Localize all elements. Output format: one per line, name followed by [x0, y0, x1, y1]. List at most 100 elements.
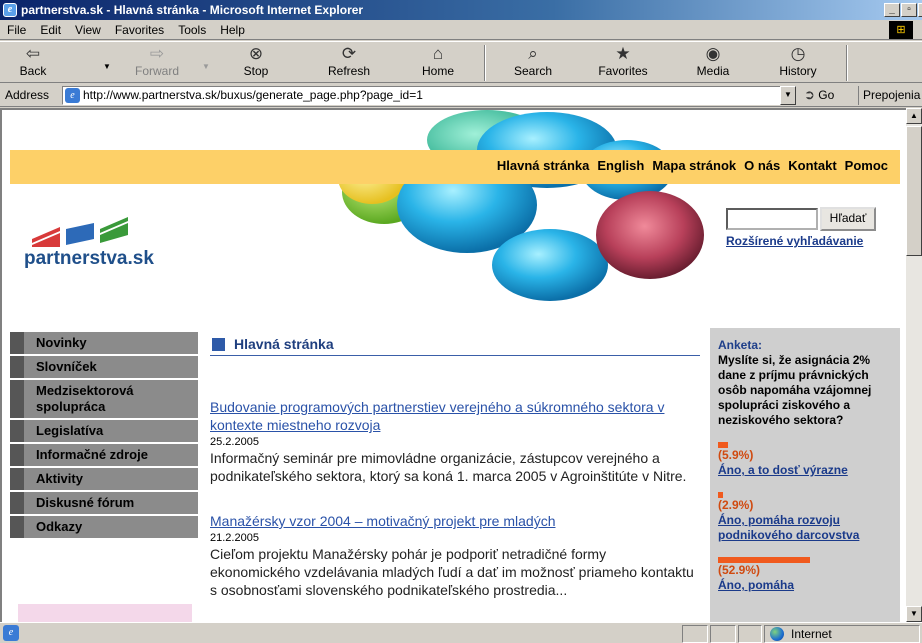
article-summary: Cieľom projektu Manažérsky pohár je podp… [210, 546, 694, 598]
browser-window: e partnerstva.sk - Hlavná stránka - Micr… [0, 0, 922, 643]
menu-file[interactable]: File [7, 23, 26, 37]
title-bar: e partnerstva.sk - Hlavná stránka - Micr… [0, 0, 922, 20]
stop-icon: ⊗ [248, 44, 264, 63]
site-search-button[interactable]: Hľadať [820, 207, 876, 231]
forward-button[interactable]: ⇨ Forward [124, 42, 190, 84]
header-gems-image [338, 110, 704, 301]
zone-label: Internet [791, 627, 832, 641]
links-label[interactable]: Prepojenia [858, 86, 920, 105]
security-zone: Internet [764, 625, 920, 643]
scroll-thumb[interactable] [906, 126, 922, 256]
nav-mapa-stranok[interactable]: Mapa stránok [648, 154, 740, 178]
article-date: 21.2.2005 [210, 532, 259, 544]
article-title-link[interactable]: Budovanie programových partnerstiev vere… [210, 398, 700, 434]
minimize-button[interactable]: _ [884, 3, 900, 17]
home-button[interactable]: ⌂ Home [408, 42, 468, 84]
history-icon: ◷ [790, 44, 806, 63]
address-bar: Address e http://www.partnerstva.sk/buxu… [0, 83, 922, 107]
sidebar-item-novinky[interactable]: Novinky [10, 332, 198, 354]
menu-favorites[interactable]: Favorites [115, 23, 164, 37]
menu-edit[interactable]: Edit [40, 23, 61, 37]
article-date: 25.2.2005 [210, 436, 259, 448]
poll-heading: Anketa: [718, 338, 763, 352]
sidebar-item-diskusne-forum[interactable]: Diskusné fórum [10, 492, 198, 514]
search-button[interactable]: ⌕ Search [503, 42, 563, 84]
go-arrow-icon: ➲ [804, 87, 815, 102]
poll-option-link[interactable]: Áno, pomáha [718, 578, 892, 593]
stop-button[interactable]: ⊗ Stop [228, 42, 284, 84]
page-icon: e [65, 88, 80, 103]
close-button[interactable]: × [918, 3, 922, 17]
article-item: Manažérsky vzor 2004 – motivačný projekt… [210, 512, 700, 599]
poll-option-link[interactable]: Áno, pomáha rozvoju podnikového darcovst… [718, 513, 892, 543]
favorites-icon: ★ [615, 44, 631, 63]
home-icon: ⌂ [432, 44, 444, 63]
nav-hlavna-stranka[interactable]: Hlavná stránka [493, 154, 594, 178]
scroll-up-icon[interactable]: ▲ [906, 108, 922, 124]
site-search-input[interactable] [726, 208, 818, 230]
sidebar-item-slovnicek[interactable]: Slovníček [10, 356, 198, 378]
poll-percent: (2.9%) [718, 498, 754, 512]
toolbar-separator [484, 45, 486, 81]
status-pane [682, 625, 708, 643]
address-url: http://www.partnerstva.sk/buxus/generate… [83, 88, 423, 102]
back-button[interactable]: ⇦ Back [10, 42, 56, 84]
forward-dropdown-icon[interactable]: ▼ [202, 62, 210, 71]
article-item: Budovanie programových partnerstiev vere… [210, 398, 700, 485]
menu-bar: File Edit View Favorites Tools Help ⊞ [0, 20, 922, 40]
logo-text[interactable]: partnerstva.sk [24, 248, 154, 270]
go-button[interactable]: ➲ Go [804, 87, 834, 103]
sidebar-item-medzisektorova-spolupraca[interactable]: Medzisektorová spolupráca [10, 380, 198, 418]
refresh-button[interactable]: ⟳ Refresh [314, 42, 384, 84]
refresh-icon: ⟳ [341, 44, 357, 63]
article-summary: Informačný seminár pre mimovládne organi… [210, 450, 687, 484]
nav-pomoc[interactable]: Pomoc [841, 154, 892, 178]
poll-option-link[interactable]: Áno, a to dosť výrazne [718, 463, 892, 478]
sidebar-item-informacne-zdroje[interactable]: Informačné zdroje [10, 444, 198, 466]
nav-english[interactable]: English [593, 154, 648, 178]
status-bar: e Internet [0, 622, 922, 643]
page-status-icon: e [3, 625, 19, 641]
menu-view[interactable]: View [75, 23, 101, 37]
sidebar-banner [18, 604, 192, 622]
address-dropdown-icon[interactable]: ▼ [780, 86, 796, 105]
article-title-link[interactable]: Manažérsky vzor 2004 – motivačný projekt… [210, 512, 700, 530]
sidebar-item-odkazy[interactable]: Odkazy [10, 516, 198, 538]
sidebar-item-legislativa[interactable]: Legislatíva [10, 420, 198, 442]
history-button[interactable]: ◷ History [768, 42, 828, 84]
address-label: Address [5, 87, 50, 102]
sidebar-item-aktivity[interactable]: Aktivity [10, 468, 198, 490]
status-pane [710, 625, 736, 643]
vertical-scrollbar[interactable]: ▲ ▼ [906, 108, 922, 622]
back-arrow-icon: ⇦ [25, 44, 41, 63]
menu-help[interactable]: Help [220, 23, 245, 37]
ie-icon: e [3, 3, 17, 17]
media-button[interactable]: ◉ Media [688, 42, 738, 84]
favorites-button[interactable]: ★ Favorites [588, 42, 658, 84]
advanced-search-link[interactable]: Rozšírené vyhľadávanie [726, 234, 863, 248]
address-input[interactable]: e http://www.partnerstva.sk/buxus/genera… [62, 86, 796, 105]
poll-percent: (5.9%) [718, 448, 754, 462]
windows-logo-icon: ⊞ [889, 21, 913, 39]
internet-globe-icon [770, 627, 784, 641]
sidebar: Novinky Slovníček Medzisektorová spolupr… [10, 332, 198, 540]
poll-option: (52.9%) Áno, pomáha [718, 557, 892, 593]
section-title: Hlavná stránka [210, 332, 700, 356]
forward-arrow-icon: ⇨ [149, 44, 165, 63]
media-icon: ◉ [705, 44, 721, 63]
back-dropdown-icon[interactable]: ▼ [103, 62, 111, 71]
window-title: partnerstva.sk - Hlavná stránka - Micros… [21, 3, 364, 17]
main-content: Hlavná stránka Budovanie programových pa… [210, 332, 700, 598]
toolbar-separator [846, 45, 848, 81]
page-viewport: Hlavná stránka English Mapa stránok O ná… [0, 108, 906, 622]
nav-o-nas[interactable]: O nás [740, 154, 784, 178]
maximize-button[interactable]: ▫ [901, 3, 917, 17]
poll-box: Anketa: Myslíte si, že asignácia 2% dane… [710, 328, 900, 622]
poll-option: (5.9%) Áno, a to dosť výrazne [718, 442, 892, 478]
toolbar: ⇦ Back ▼ ⇨ Forward ▼ ⊗ Stop ⟳ Refresh ⌂ Home … [0, 41, 922, 83]
nav-kontakt[interactable]: Kontakt [784, 154, 840, 178]
poll-percent: (52.9%) [718, 563, 761, 577]
menu-tools[interactable]: Tools [178, 23, 206, 37]
top-nav: Hlavná stránka English Mapa stránok O ná… [493, 154, 892, 178]
scroll-down-icon[interactable]: ▼ [906, 606, 922, 622]
